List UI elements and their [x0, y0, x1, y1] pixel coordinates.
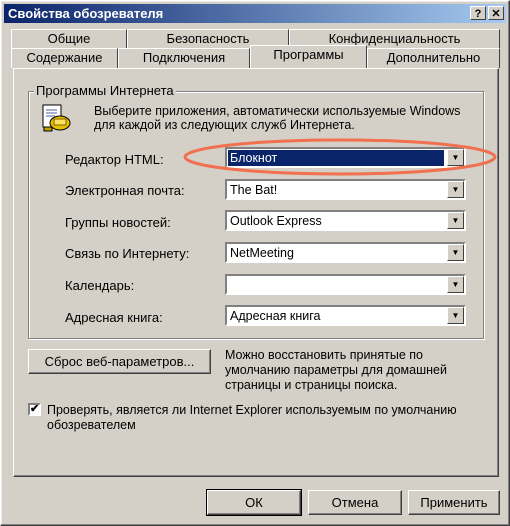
tab-general[interactable]: Общие [11, 29, 127, 49]
close-button[interactable]: ✕ [488, 6, 504, 20]
help-button[interactable]: ? [470, 6, 486, 20]
internet-call-select[interactable]: NetMeeting ▼ [225, 242, 466, 263]
email-value: The Bat! [230, 183, 278, 197]
internet-call-label: Связь по Интернету: [65, 246, 190, 261]
email-label: Электронная почта: [65, 183, 185, 198]
group-title: Программы Интернета [34, 83, 176, 98]
newsgroups-label: Группы новостей: [65, 215, 171, 230]
tab-programs[interactable]: Программы [250, 45, 367, 68]
html-editor-label: Редактор HTML: [65, 152, 164, 167]
newsgroups-value: Outlook Express [230, 214, 322, 228]
tab-advanced[interactable]: Дополнительно [367, 48, 500, 68]
address-book-value: Адресная книга [230, 309, 321, 323]
default-browser-label[interactable]: Проверять, является ли Internet Explorer… [47, 403, 477, 433]
programs-icon [42, 104, 71, 132]
annotation-ellipse [183, 138, 497, 176]
apply-button[interactable]: Применить [408, 490, 500, 515]
chevron-down-icon[interactable]: ▼ [447, 276, 464, 293]
chevron-down-icon[interactable]: ▼ [447, 307, 464, 324]
ok-button[interactable]: ОК [206, 489, 302, 516]
address-book-label: Адресная книга: [65, 310, 163, 325]
tab-connections[interactable]: Подключения [118, 48, 250, 68]
reset-description: Можно восстановить принятые по умолчанию… [225, 348, 447, 392]
group-description: Выберите приложения, автоматически испол… [94, 104, 461, 132]
internet-call-value: NetMeeting [230, 246, 294, 260]
window-title: Свойства обозревателя [8, 6, 164, 21]
default-browser-checkbox[interactable]: ✔ [28, 403, 41, 416]
chevron-down-icon[interactable]: ▼ [447, 181, 464, 198]
calendar-label: Календарь: [65, 278, 135, 293]
newsgroups-select[interactable]: Outlook Express ▼ [225, 210, 466, 231]
calendar-select[interactable]: ▼ [225, 274, 466, 295]
address-book-select[interactable]: Адресная книга ▼ [225, 305, 466, 326]
tab-content[interactable]: Содержание [11, 48, 118, 68]
chevron-down-icon[interactable]: ▼ [447, 244, 464, 261]
cancel-button[interactable]: Отмена [308, 490, 402, 515]
reset-web-settings-button[interactable]: Сброс веб-параметров... [28, 349, 211, 374]
chevron-down-icon[interactable]: ▼ [447, 212, 464, 229]
email-select[interactable]: The Bat! ▼ [225, 179, 466, 200]
title-bar[interactable]: Свойства обозревателя ? ✕ [4, 4, 506, 23]
